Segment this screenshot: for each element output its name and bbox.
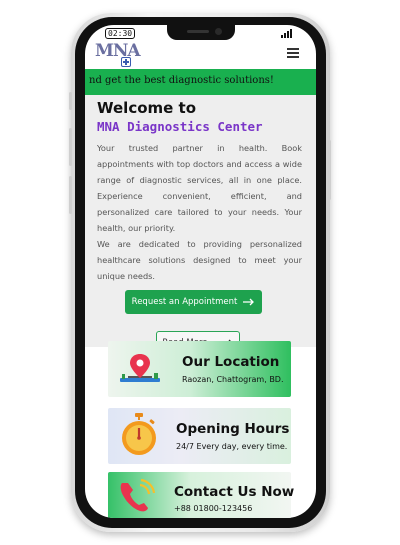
center-name-heading: MNA Diagnostics Center: [97, 119, 263, 134]
phone-side-button: [69, 176, 72, 214]
opening-hours-title: Opening Hours: [176, 421, 290, 437]
contact-phone[interactable]: +88 01800-123456: [174, 504, 252, 513]
menu-icon[interactable]: [287, 48, 299, 58]
contact-card[interactable]: Contact Us Now +88 01800-123456: [108, 472, 295, 518]
phone-side-button: [328, 140, 331, 200]
announcement-ticker: nd get the best diagnostic solutions!: [85, 69, 316, 95]
opening-hours-subtitle: 24/7 Every day, every time.: [176, 442, 288, 451]
phone-icon: [120, 478, 156, 512]
phone-side-button: [69, 128, 72, 166]
arrow-right-icon: [243, 298, 255, 306]
site-logo[interactable]: MNA: [95, 41, 141, 67]
stopwatch-icon: [122, 413, 156, 455]
ticker-text: nd get the best diagnostic solutions!: [89, 75, 274, 86]
request-appointment-label: Request an Appointment: [131, 297, 238, 307]
phone-notch: [167, 25, 235, 40]
location-title: Our Location: [182, 354, 280, 370]
front-camera: [215, 28, 222, 35]
contact-title: Contact Us Now: [174, 484, 295, 500]
intro-paragraph: We are dedicated to providing personaliz…: [97, 239, 302, 281]
location-subtitle: Raozan, Chattogram, BD.: [182, 375, 284, 384]
welcome-heading: Welcome to: [97, 99, 197, 117]
request-appointment-button[interactable]: Request an Appointment: [125, 290, 262, 314]
phone-side-button: [69, 92, 72, 110]
phone-screen: 02:30 MNA nd get the best diagnostic sol…: [85, 25, 316, 518]
location-card[interactable]: Our Location Raozan, Chattogram, BD.: [108, 341, 291, 397]
hero-section: Welcome to MNA Diagnostics Center Your t…: [85, 95, 316, 355]
medical-cross-icon: [121, 57, 131, 67]
signal-icon: [281, 29, 292, 38]
location-pin-icon: [120, 354, 160, 382]
opening-hours-card[interactable]: Opening Hours 24/7 Every day, every time…: [108, 408, 291, 464]
intro-text: Your trusted partner in health. Book app…: [97, 140, 302, 284]
intro-paragraph: Your trusted partner in health. Book app…: [97, 143, 302, 233]
status-time: 02:30: [105, 28, 136, 39]
speaker-grille: [187, 30, 209, 33]
